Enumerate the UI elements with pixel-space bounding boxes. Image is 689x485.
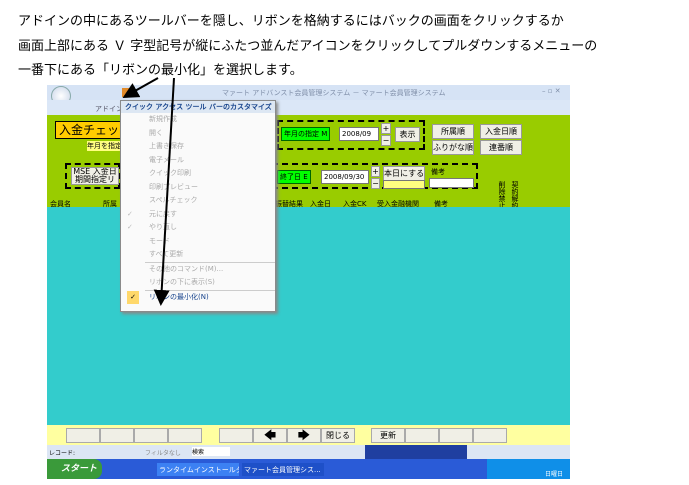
arrow-to-minimize-ribbon bbox=[153, 77, 175, 306]
annotation-arrows bbox=[122, 77, 175, 306]
arrow-to-qat-icon bbox=[122, 77, 159, 98]
